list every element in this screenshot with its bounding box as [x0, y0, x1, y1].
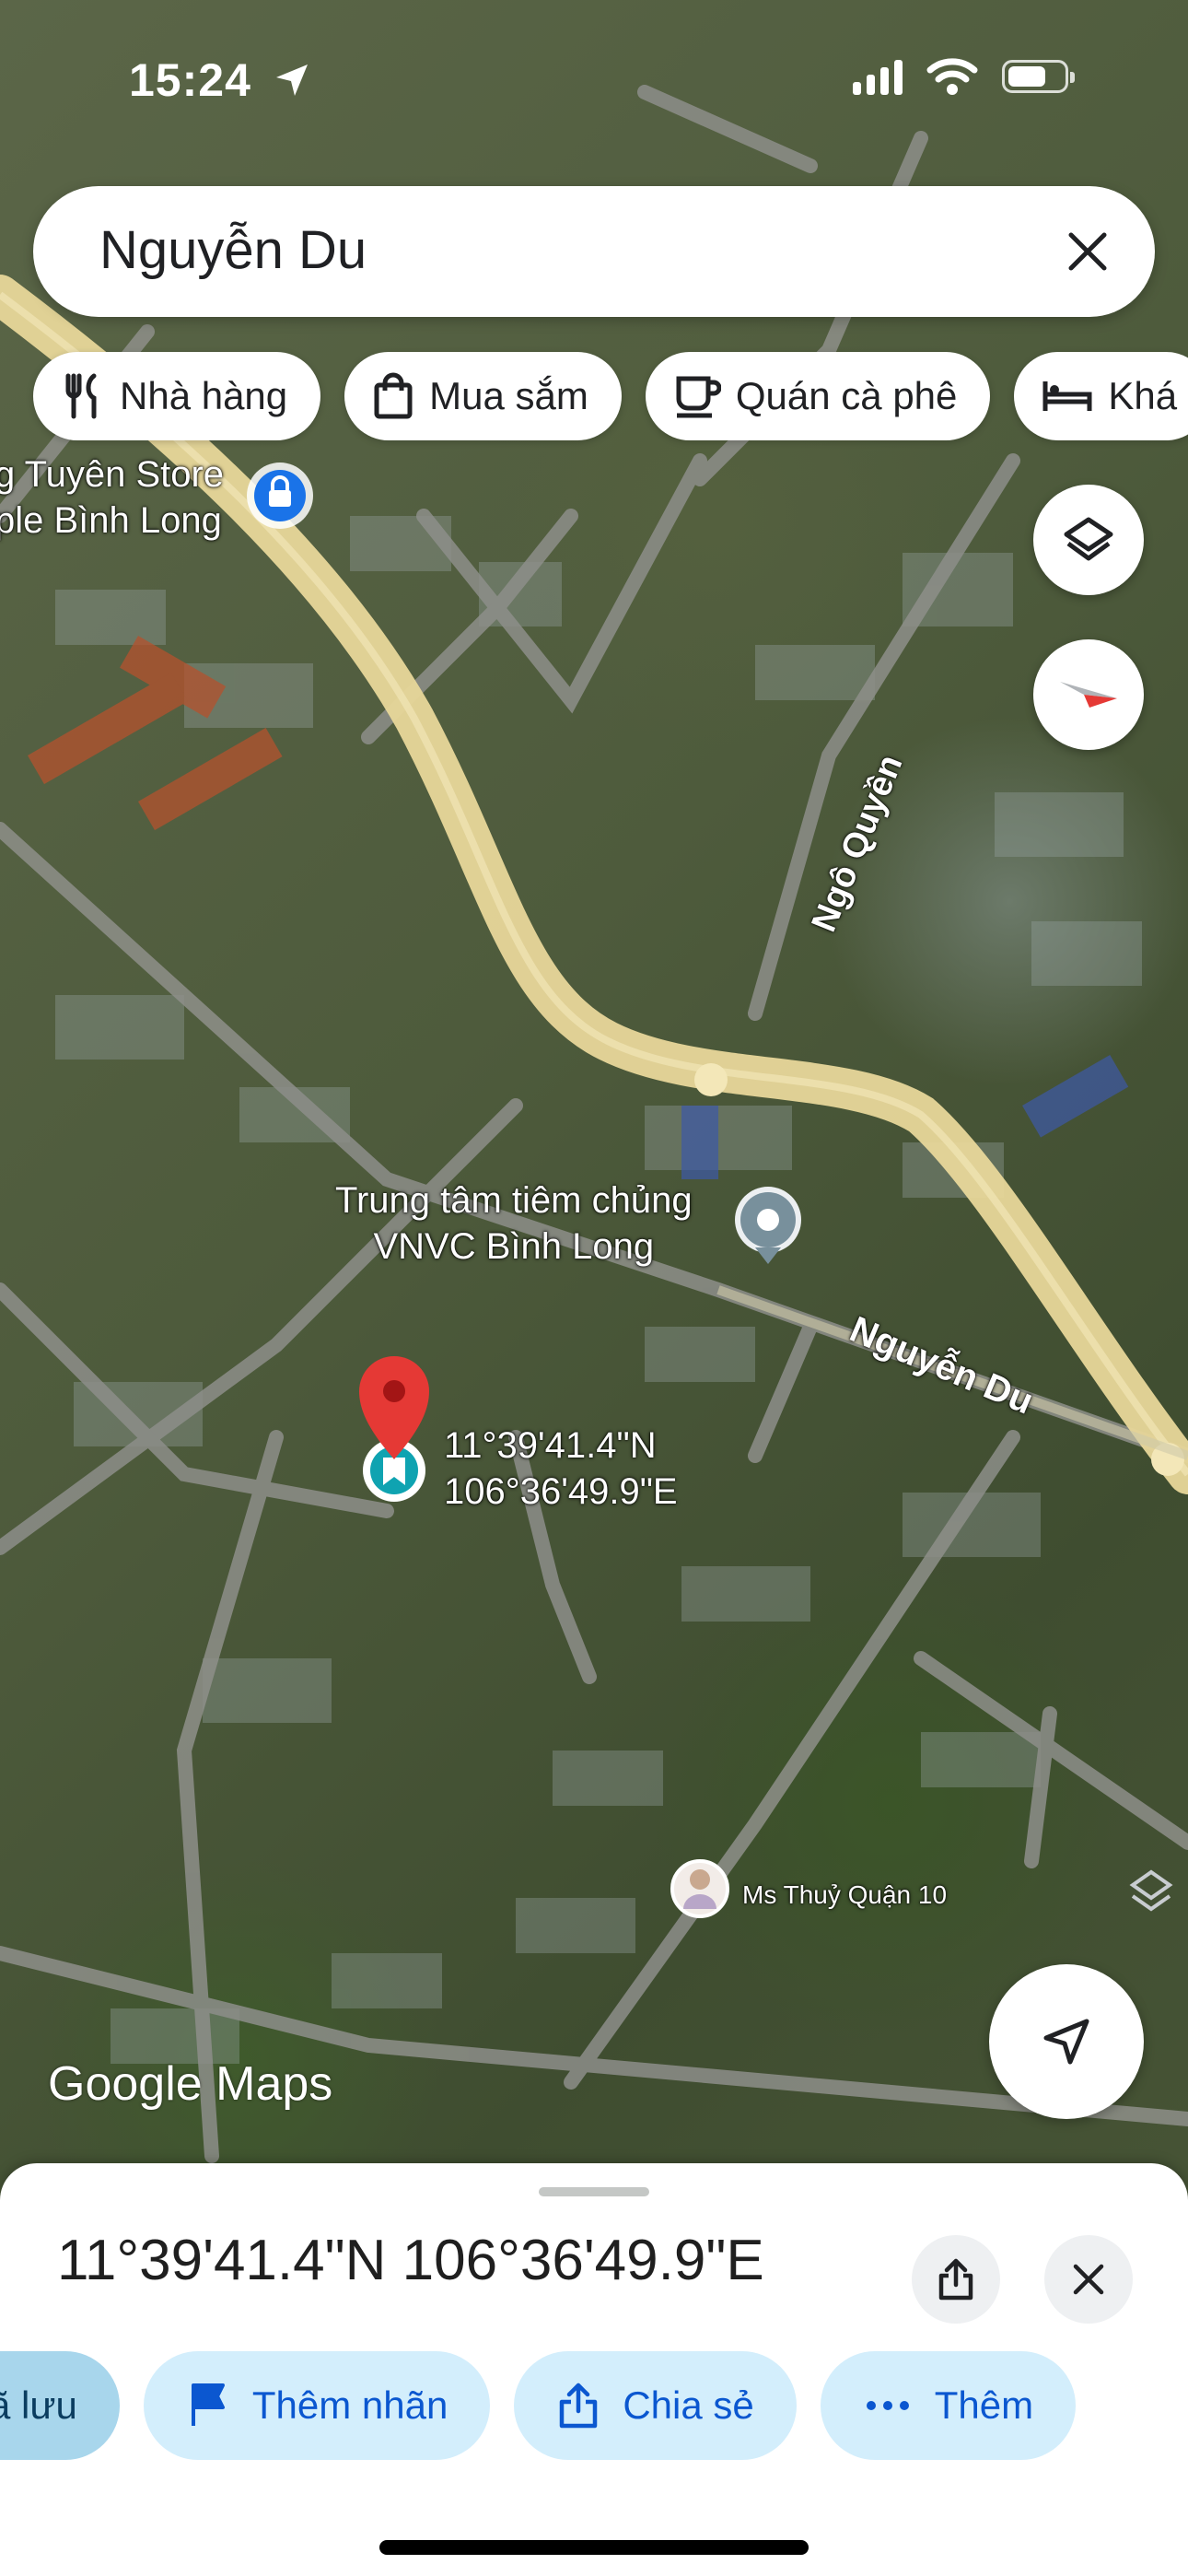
close-icon: [1073, 2264, 1104, 2295]
close-icon: [1068, 232, 1107, 271]
add-label-button[interactable]: Thêm nhãn: [143, 2351, 491, 2460]
chip-label: Quán cà phê: [735, 374, 958, 417]
user-avatar: [670, 1859, 729, 1918]
compass-button[interactable]: [1033, 639, 1144, 750]
clear-search-button[interactable]: [1048, 212, 1127, 291]
action-label: Thêm: [934, 2383, 1034, 2427]
place-bottom-sheet[interactable]: 11°39'41.4"N 106°36'49.9"E ã lưu Thêm nh…: [0, 2163, 1188, 2576]
poi-store-label[interactable]: g Tuyên Store ple Bình Long: [0, 451, 224, 544]
cellular-signal-icon: [853, 58, 903, 95]
dropped-pin-icon: [359, 1356, 429, 1502]
fork-knife-icon: [65, 373, 97, 419]
action-label: ã lưu: [0, 2383, 77, 2427]
chip-hotels[interactable]: Khá: [1014, 352, 1188, 440]
compass-icon: [1060, 682, 1117, 708]
share-button[interactable]: [912, 2235, 1000, 2324]
pin-coordinates-label: 11°39'41.4"N 106°36'49.9"E: [444, 1425, 678, 1512]
navigation-arrow-icon: [1043, 2019, 1089, 2065]
coffee-cup-icon: [676, 376, 721, 418]
search-query[interactable]: Nguyễn Du: [99, 219, 367, 281]
chip-restaurants[interactable]: Nhà hàng: [33, 352, 321, 440]
status-icons: [853, 57, 1075, 96]
action-label: Thêm nhãn: [251, 2383, 448, 2427]
layers-3d-icon: [1129, 1869, 1173, 1912]
status-time: 15:24: [129, 54, 251, 106]
layers-button[interactable]: [1033, 485, 1144, 595]
chip-shopping[interactable]: Mua sắm: [344, 352, 622, 440]
wifi-icon: [926, 58, 978, 95]
chip-coffee[interactable]: Quán cà phê: [645, 352, 991, 440]
action-buttons: ã lưu Thêm nhãn Chia sẻ Thêm: [0, 2351, 1077, 2460]
layers-icon: [1064, 517, 1113, 561]
category-chips: Nhà hàng Mua sắm Quán cà phê Khá: [33, 352, 1188, 440]
action-label: Chia sẻ: [623, 2383, 754, 2427]
poi-vnvc-label[interactable]: Trung tâm tiêm chủng VNVC Bình Long: [335, 1177, 693, 1270]
more-dots-icon: [866, 2401, 909, 2410]
poi-pin-icon: [735, 1187, 801, 1264]
share-icon: [938, 2258, 973, 2301]
chip-label: Nhà hàng: [120, 374, 288, 417]
my-location-button[interactable]: [989, 1964, 1144, 2119]
close-sheet-button[interactable]: [1044, 2235, 1133, 2324]
more-button[interactable]: Thêm: [820, 2351, 1077, 2460]
battery-icon: [1002, 60, 1075, 93]
google-maps-logo: Google Maps: [48, 2057, 333, 2111]
shopping-bag-icon: [374, 372, 413, 419]
user-location-label[interactable]: Ms Thuỷ Quận 10: [742, 1872, 947, 1918]
place-title: 11°39'41.4"N 106°36'49.9"E: [57, 2229, 764, 2292]
share-icon: [560, 2383, 598, 2429]
chip-label: Khá: [1108, 374, 1178, 417]
chip-label: Mua sắm: [429, 374, 588, 417]
status-bar: 15:24: [0, 0, 1188, 147]
share-action-button[interactable]: Chia sẻ: [514, 2351, 797, 2460]
saved-button[interactable]: ã lưu: [0, 2351, 120, 2460]
location-arrow-icon: [276, 64, 308, 96]
flag-icon: [191, 2383, 225, 2426]
sheet-grabber[interactable]: [539, 2187, 649, 2196]
store-pin-icon: [247, 463, 313, 529]
bed-icon: [1042, 381, 1092, 411]
home-indicator[interactable]: [379, 2540, 809, 2555]
search-bar[interactable]: Nguyễn Du: [33, 186, 1155, 317]
